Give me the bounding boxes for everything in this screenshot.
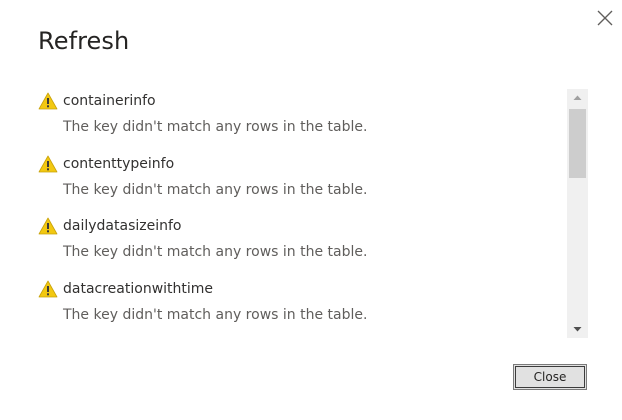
item-name: contenttypeinfo (63, 155, 175, 172)
warning-icon (38, 155, 58, 172)
scroll-up-arrow-icon[interactable] (567, 89, 588, 106)
warning-icon (38, 92, 58, 110)
item-message: The key didn't match any rows in the tab… (63, 306, 368, 323)
error-list: containerinfo The key didn't match any r… (30, 86, 562, 336)
item-name: dailydatasizeinfo (63, 218, 182, 234)
item-name: containerinfo (63, 93, 156, 109)
refresh-dialog: Refresh containerinfo The key didn't mat… (0, 0, 622, 420)
item-message: The key didn't match any rows in the tab… (63, 119, 368, 135)
error-list-viewport[interactable]: containerinfo The key didn't match any r… (30, 86, 588, 338)
scrollbar-thumb[interactable] (569, 109, 586, 178)
list-item: containerinfo The key didn't match any r… (30, 86, 562, 149)
scroll-down-arrow-icon[interactable] (567, 321, 588, 338)
close-button[interactable]: Close (513, 364, 587, 390)
warning-icon (38, 280, 58, 297)
close-x-icon[interactable] (595, 8, 615, 28)
list-item: dailydatasizeinfo The key didn't match a… (30, 211, 562, 274)
vertical-scrollbar[interactable] (567, 89, 588, 338)
item-message: The key didn't match any rows in the tab… (63, 181, 368, 198)
close-button-label: Close (515, 366, 585, 388)
list-item: contenttypeinfo The key didn't match any… (30, 149, 562, 212)
list-item: datacreationwithtime The key didn't matc… (30, 274, 562, 337)
dialog-title: Refresh (38, 27, 130, 55)
item-message: The key didn't match any rows in the tab… (63, 244, 368, 260)
item-name: datacreationwithtime (63, 280, 214, 297)
warning-icon (38, 217, 58, 235)
